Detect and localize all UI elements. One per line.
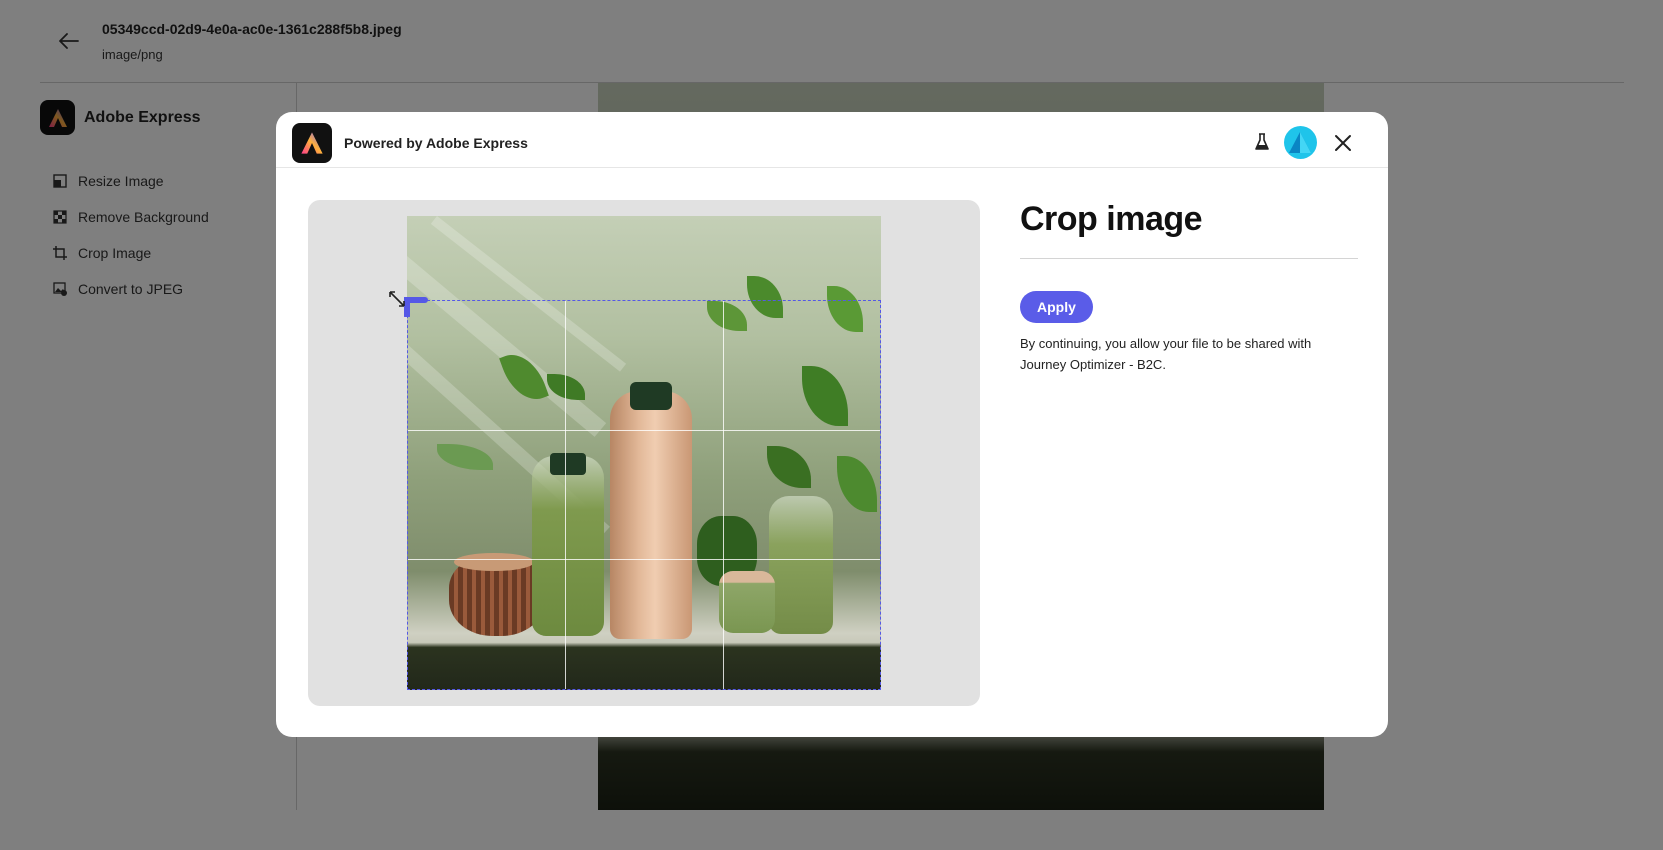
consent-text: By continuing, you allow your file to be… (1020, 336, 1312, 372)
crop-dialog: Powered by Adobe Express Crop image Appl… (276, 112, 1388, 737)
adobe-express-logo-icon (292, 123, 332, 163)
close-button[interactable] (1331, 131, 1355, 155)
grid-line (723, 301, 724, 689)
grid-line (565, 301, 566, 689)
resize-cursor-icon (389, 291, 405, 307)
panel-divider (1020, 258, 1358, 259)
labs-button[interactable] (1251, 131, 1273, 153)
crop-canvas (308, 200, 980, 706)
crop-selection[interactable] (404, 297, 881, 690)
close-icon (1335, 135, 1351, 151)
avatar[interactable] (1284, 126, 1317, 159)
apply-button[interactable]: Apply (1020, 291, 1093, 323)
crop-panel: Crop image Apply By continuing, you allo… (1020, 200, 1358, 375)
flask-icon (1255, 133, 1269, 150)
dialog-title: Powered by Adobe Express (344, 135, 528, 151)
dialog-header: Powered by Adobe Express (276, 112, 1388, 168)
panel-title: Crop image (1020, 200, 1203, 238)
grid-line (408, 559, 880, 560)
grid-line (408, 430, 880, 431)
crop-corner-handle[interactable] (404, 297, 428, 317)
